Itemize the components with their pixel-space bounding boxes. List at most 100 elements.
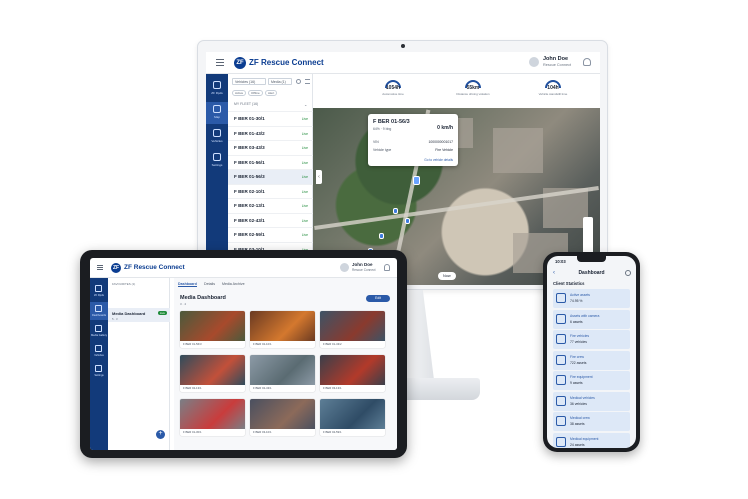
time-now-pill[interactable]: Now bbox=[438, 272, 456, 280]
popup-key: Vehicle type bbox=[373, 148, 392, 152]
stat-automotive-time: 1054h Automotive time bbox=[363, 76, 423, 106]
table-row[interactable]: F BER 02-10/1 Live bbox=[228, 183, 313, 199]
stat-title: Medical crew bbox=[570, 416, 590, 420]
list-item-media-dashboard[interactable]: Media Dashboard Live 5 · 3 bbox=[108, 308, 170, 322]
stat-card[interactable]: Active assets 74.95 % bbox=[553, 289, 630, 308]
media-tile[interactable]: F BER 02-43/1 bbox=[250, 355, 315, 392]
user-name: John Doe bbox=[352, 262, 373, 267]
filter-icon[interactable] bbox=[305, 79, 310, 84]
media-tile[interactable]: F BER 01-43/2 bbox=[320, 311, 385, 348]
popup-title: F BER 01-56/3 bbox=[373, 119, 410, 125]
map-icon bbox=[213, 105, 221, 113]
media-thumbnail bbox=[250, 355, 315, 385]
chip-offline[interactable]: Offline bbox=[248, 90, 263, 96]
sidebar-item-settings[interactable]: Settings bbox=[90, 362, 108, 380]
stat-value: 74.95 % bbox=[570, 299, 583, 303]
add-dashboard-button[interactable]: + bbox=[156, 430, 165, 439]
vehicle-marker-selected[interactable] bbox=[413, 176, 420, 185]
stat-title: Fire crew bbox=[570, 354, 584, 359]
avatar[interactable] bbox=[529, 57, 539, 67]
sidebar-item-media[interactable]: Media Gallery bbox=[90, 322, 108, 340]
vehicle-popup: F BER 01-56/3 64% · 9 bbg 0 km/h VIN 100… bbox=[368, 114, 458, 166]
dashboard-main: Dashboard Details Media Archive Media Da… bbox=[174, 278, 397, 450]
status-badge: Live bbox=[157, 311, 167, 315]
stat-card[interactable]: Fire vehicles 77 vehicles bbox=[553, 330, 630, 349]
tab-media-archive[interactable]: Media Archive bbox=[222, 282, 245, 286]
media-tile[interactable]: F BER 02-10/1 bbox=[250, 311, 315, 348]
tab-details[interactable]: Details bbox=[204, 282, 215, 286]
gear-icon bbox=[95, 365, 102, 372]
stat-card[interactable]: Fire crew 722 assets bbox=[553, 350, 630, 370]
tablet-screen: ZF ZF Rescue Connect John Doe Rescue Con… bbox=[90, 258, 397, 450]
vehicle-marker[interactable] bbox=[379, 233, 384, 239]
popup-speed: 0 km/h bbox=[437, 125, 453, 131]
table-row[interactable]: F BER 01-30/1 Live bbox=[228, 111, 313, 126]
table-row[interactable]: F BER 02-59/1 Live bbox=[228, 227, 313, 242]
media-tile[interactable]: F BER 01-56/3 bbox=[180, 311, 245, 348]
zf-logo-icon: ZF bbox=[234, 57, 246, 69]
sidebar-item-settings[interactable]: Settings bbox=[206, 150, 228, 172]
media-filter-select[interactable]: Media (1) bbox=[268, 78, 292, 85]
vehicle-details-link[interactable]: Go to vehicle details bbox=[424, 158, 453, 162]
zf-logo-icon: ZF bbox=[111, 263, 121, 273]
media-caption: F BER 03-13/1 bbox=[323, 386, 342, 390]
phone-notch bbox=[577, 256, 606, 262]
search-icon[interactable] bbox=[296, 79, 301, 84]
tab-dashboard[interactable]: Dashboard bbox=[178, 282, 197, 287]
media-tile[interactable]: F BER 03-13/1 bbox=[320, 355, 385, 392]
stat-title: Fire vehicles bbox=[570, 334, 590, 338]
media-caption: F BER 01-43/2 bbox=[323, 342, 342, 346]
collapse-panel-button[interactable]: ‹ bbox=[316, 170, 322, 184]
stat-value: 38 assets bbox=[570, 422, 585, 426]
sidebar-item-zf-rpds[interactable]: ZF Rpds bbox=[90, 282, 108, 300]
menu-icon[interactable] bbox=[216, 59, 224, 60]
popup-value: Fire Vehicle bbox=[435, 148, 453, 152]
stat-icon bbox=[556, 375, 566, 385]
avatar[interactable] bbox=[340, 263, 349, 272]
popup-sub: 64% · 9 bbg bbox=[373, 127, 392, 131]
media-tile[interactable]: F BER 02-59/1 bbox=[320, 399, 385, 436]
vehicle-filter-select[interactable]: Vehicles (16) bbox=[232, 78, 266, 85]
stat-card[interactable]: Medical vehicles 36 vehicles bbox=[553, 391, 630, 411]
stat-card[interactable]: Medical equipment 24 assets bbox=[553, 432, 630, 448]
stat-card[interactable]: Fire equipment 9 assets bbox=[553, 371, 630, 390]
media-caption: F BER 02-59/1 bbox=[323, 430, 342, 434]
dashboard-icon bbox=[95, 305, 102, 312]
sidebar-item-label: Vehicles bbox=[211, 139, 223, 143]
table-row[interactable]: F BER 02-43/1 Live bbox=[228, 212, 313, 228]
vehicle-marker[interactable] bbox=[405, 218, 410, 224]
sidebar-item-vehicles[interactable]: Vehicles bbox=[90, 342, 108, 360]
table-row[interactable]: F BER 01-56/1 Live bbox=[228, 154, 313, 170]
vehicle-marker[interactable] bbox=[393, 208, 398, 214]
grid-icon bbox=[213, 81, 221, 89]
media-tile[interactable]: F BER 03-10/1 bbox=[250, 399, 315, 436]
table-row-selected[interactable]: F BER 01-56/3 Live bbox=[228, 169, 313, 184]
media-tile[interactable]: F BER 02-13/1 bbox=[180, 355, 245, 392]
stat-card[interactable]: Medical crew 38 assets bbox=[553, 412, 630, 431]
gear-icon[interactable] bbox=[625, 270, 631, 276]
edit-button[interactable]: Edit bbox=[366, 295, 390, 302]
media-tile[interactable]: F BER 01-30/1 bbox=[180, 399, 245, 436]
sidebar-item-dashboards[interactable]: Dashboards bbox=[90, 302, 108, 320]
chip-alert[interactable]: Alert bbox=[265, 90, 278, 96]
table-row[interactable]: F BER 03-43/3 Live bbox=[228, 140, 313, 155]
chip-active[interactable]: Active bbox=[232, 90, 247, 96]
chevron-down-icon[interactable]: ⌄ bbox=[304, 102, 307, 107]
stat-card[interactable]: Assets with camera 6 assets bbox=[553, 309, 630, 329]
stat-distance-violation: 55km Distance driving violation bbox=[443, 76, 503, 106]
sidebar: ZF Rpds Dashboards Media Gallery Vehicle… bbox=[90, 278, 108, 450]
menu-icon[interactable] bbox=[97, 265, 103, 266]
sidebar-item-label: Media Gallery bbox=[90, 334, 107, 337]
status-time: 10:03 bbox=[555, 259, 566, 264]
sidebar-item-map[interactable]: Map bbox=[206, 102, 228, 124]
table-row[interactable]: F BER 01-43/2 Live bbox=[228, 125, 313, 141]
sidebar-item-label: Map bbox=[214, 115, 220, 119]
map-zoom-controls[interactable] bbox=[583, 217, 593, 257]
sidebar-item-vehicles[interactable]: Vehicles bbox=[206, 126, 228, 148]
stat-value: 24 assets bbox=[570, 442, 585, 447]
bell-icon[interactable] bbox=[583, 58, 591, 66]
sidebar-item-zf-rpds[interactable]: ZF Rpds bbox=[206, 78, 228, 100]
media-thumbnail bbox=[180, 311, 245, 341]
bell-icon[interactable] bbox=[384, 264, 390, 271]
table-row[interactable]: F BER 02-13/1 Live bbox=[228, 198, 313, 213]
